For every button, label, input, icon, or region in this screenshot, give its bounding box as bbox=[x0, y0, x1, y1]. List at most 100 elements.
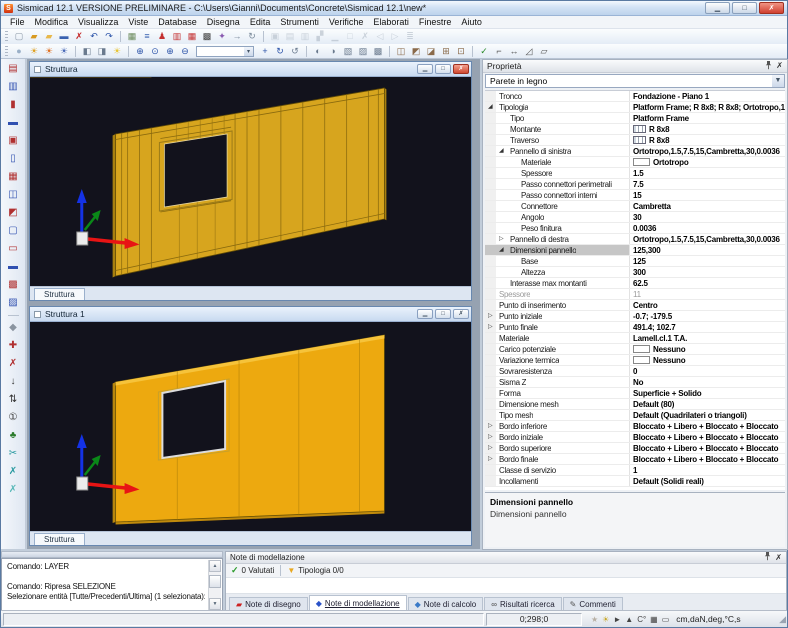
toolbar-grip[interactable] bbox=[5, 46, 8, 57]
chart-icon[interactable]: ▥ bbox=[170, 30, 184, 43]
zoom-window-icon[interactable]: ⊕ bbox=[133, 45, 147, 58]
property-value[interactable]: R 8x8 bbox=[630, 135, 785, 145]
property-row-interasse-max-montanti[interactable]: Interasse max montanti62.5 bbox=[485, 278, 785, 289]
property-row-pannello-di-destra[interactable]: ▷Pannello di destraOrtotropo,1.5,7.5,15,… bbox=[485, 234, 785, 245]
minimize-all-icon[interactable]: ▁ bbox=[328, 30, 342, 43]
gruppo-icon[interactable]: ✗ bbox=[6, 483, 20, 496]
property-value[interactable]: Platform Frame; R 8x8; R 8x8; Ortotropo,… bbox=[630, 102, 785, 112]
lamp-light-icon[interactable]: ☀ bbox=[42, 45, 56, 58]
menu-finestre[interactable]: Finestre bbox=[414, 17, 457, 27]
pin-icon[interactable] bbox=[765, 61, 772, 72]
close-button[interactable]: ✗ bbox=[759, 2, 784, 14]
property-row-bordo-finale[interactable]: ▷Bordo finaleBloccato + Libero + Bloccat… bbox=[485, 454, 785, 465]
save-icon[interactable]: ▬ bbox=[57, 30, 71, 43]
property-value[interactable]: 1 bbox=[630, 465, 785, 475]
property-row-tronco[interactable]: TroncoFondazione - Piano 1 bbox=[485, 91, 785, 102]
property-value[interactable]: -0.7; -179.5 bbox=[630, 311, 785, 321]
user-icon[interactable]: ♟ bbox=[155, 30, 169, 43]
refresh-icon[interactable]: ↻ bbox=[245, 30, 259, 43]
property-row-punto-di-inserimento[interactable]: Punto di inserimentoCentro bbox=[485, 300, 785, 311]
select-window-icon[interactable]: ▧ bbox=[341, 45, 355, 58]
pilastro-icon[interactable]: ▮ bbox=[6, 98, 20, 111]
property-value[interactable]: Ortotropo,1.5,7.5,15,Cambretta,30,0.0036 bbox=[630, 234, 785, 244]
wireframe-icon[interactable]: ◧ bbox=[80, 45, 94, 58]
property-row-passo-connettori-perimetrali[interactable]: Passo connettori perimetrali7.5 bbox=[485, 179, 785, 190]
property-value[interactable]: Bloccato + Libero + Bloccato + Bloccato bbox=[630, 432, 785, 442]
filter-walls-icon[interactable]: ◫ bbox=[394, 45, 408, 58]
property-row-tipo[interactable]: TipoPlatform Frame bbox=[485, 113, 785, 124]
trave-icon[interactable]: ▥ bbox=[6, 80, 20, 93]
property-row-base[interactable]: Base125 bbox=[485, 256, 785, 267]
star-icon[interactable]: ✦ bbox=[215, 30, 229, 43]
property-value[interactable]: Bloccato + Libero + Bloccato + Bloccato bbox=[630, 421, 785, 431]
property-row-tipologia[interactable]: ◢TipologiaPlatform Frame; R 8x8; R 8x8; … bbox=[485, 102, 785, 113]
arrange-icons-icon[interactable]: ▞ bbox=[313, 30, 327, 43]
property-value[interactable]: Centro bbox=[630, 300, 785, 310]
zoom-out-icon[interactable]: ⊖ bbox=[178, 45, 192, 58]
toolbar-grip[interactable] bbox=[5, 31, 8, 42]
valutati-label[interactable]: 0 Valutati bbox=[242, 566, 275, 575]
property-row-montante[interactable]: MontanteR 8x8 bbox=[485, 124, 785, 135]
setto-icon[interactable]: ▩ bbox=[6, 278, 20, 291]
property-value[interactable]: Fondazione - Piano 1 bbox=[630, 91, 785, 101]
property-value[interactable]: No bbox=[630, 377, 785, 387]
command-window-grip[interactable] bbox=[1, 551, 223, 558]
property-value[interactable]: Superficie + Solido bbox=[630, 388, 785, 398]
viewport-2-titlebar[interactable]: Struttura 1 ▁ □ ✗ bbox=[30, 307, 471, 322]
property-row-carico-potenziale[interactable]: Carico potenzialeNessuno bbox=[485, 344, 785, 355]
property-row-traverso[interactable]: TraversoR 8x8 bbox=[485, 135, 785, 146]
minimize-button[interactable]: ▁ bbox=[705, 2, 730, 14]
property-row-bordo-inferiore[interactable]: ▷Bordo inferioreBloccato + Libero + Bloc… bbox=[485, 421, 785, 432]
link-icon[interactable]: → bbox=[230, 30, 244, 43]
viewport-tab-struttura[interactable]: Struttura bbox=[34, 288, 85, 300]
light-icon[interactable]: ☀ bbox=[602, 615, 609, 624]
selection-icon[interactable]: ▭ bbox=[662, 615, 670, 624]
property-value[interactable]: Ortotropo bbox=[630, 157, 785, 167]
property-value[interactable]: 125,300 bbox=[630, 245, 785, 255]
favorites-icon[interactable]: ★ bbox=[591, 615, 598, 624]
palo-icon[interactable]: ▯ bbox=[6, 152, 20, 165]
property-row-punto-iniziale[interactable]: ▷Punto iniziale-0.7; -179.5 bbox=[485, 311, 785, 322]
close-icon[interactable]: ✗ bbox=[776, 62, 783, 70]
menu-edita[interactable]: Edita bbox=[245, 17, 276, 27]
property-value[interactable]: 11 bbox=[630, 289, 785, 299]
properties-panel-header[interactable]: Proprietà ✗ bbox=[483, 60, 787, 73]
zoom-dynamic-icon[interactable]: ⊙ bbox=[148, 45, 162, 58]
dimension-icon[interactable]: ↔ bbox=[507, 45, 521, 58]
units-display[interactable]: cm,daN,deg,°C,s bbox=[676, 614, 740, 624]
tipologia-filter-label[interactable]: Tipologia 0/0 bbox=[298, 566, 344, 575]
property-value[interactable]: Default (Quadrilateri o triangoli) bbox=[630, 410, 785, 420]
sun-light-icon[interactable]: ☀ bbox=[27, 45, 41, 58]
filter-beams-icon[interactable]: ◩ bbox=[409, 45, 423, 58]
previous-view-icon[interactable]: ↺ bbox=[288, 45, 302, 58]
viewport-1-titlebar[interactable]: Struttura ▁ □ ✗ bbox=[30, 62, 471, 77]
spot-light-icon[interactable]: ☀ bbox=[57, 45, 71, 58]
angle-icon[interactable]: ◿ bbox=[522, 45, 536, 58]
levels-icon[interactable]: ≡ bbox=[140, 30, 154, 43]
new-icon[interactable]: ▢ bbox=[12, 30, 26, 43]
close-all-icon[interactable]: ✗ bbox=[358, 30, 372, 43]
property-value[interactable]: Default (80) bbox=[630, 399, 785, 409]
property-row-dimensione-mesh[interactable]: Dimensione meshDefault (80) bbox=[485, 399, 785, 410]
property-value[interactable]: 0.0036 bbox=[630, 223, 785, 233]
snap-icon[interactable]: ► bbox=[613, 615, 621, 624]
viewport-restore-button[interactable]: □ bbox=[435, 64, 451, 74]
next-window-icon[interactable]: ▷ bbox=[388, 30, 402, 43]
restore-all-icon[interactable]: □ bbox=[343, 30, 357, 43]
property-value[interactable]: 125 bbox=[630, 256, 785, 266]
tile-horizontal-icon[interactable]: ▤ bbox=[283, 30, 297, 43]
expander-open-icon[interactable]: ◢ bbox=[488, 104, 493, 111]
property-row-spessore[interactable]: Spessore1.5 bbox=[485, 168, 785, 179]
property-value[interactable]: 300 bbox=[630, 267, 785, 277]
diamond-icon[interactable]: ◆ bbox=[6, 321, 20, 334]
cursor-icon[interactable]: ▲ bbox=[625, 615, 633, 624]
property-value[interactable]: 0 bbox=[630, 366, 785, 376]
property-value[interactable]: 1.5 bbox=[630, 168, 785, 178]
grid-red-icon[interactable]: ▦ bbox=[185, 30, 199, 43]
taglio-icon[interactable]: ✂ bbox=[6, 447, 20, 460]
viewport-minimize-button[interactable]: ▁ bbox=[417, 309, 433, 319]
expander-closed-icon[interactable]: ▷ bbox=[488, 445, 493, 452]
property-row-classe-di-servizio[interactable]: Classe di servizio1 bbox=[485, 465, 785, 476]
property-row-altezza[interactable]: Altezza300 bbox=[485, 267, 785, 278]
previous-window-icon[interactable]: ◁ bbox=[373, 30, 387, 43]
